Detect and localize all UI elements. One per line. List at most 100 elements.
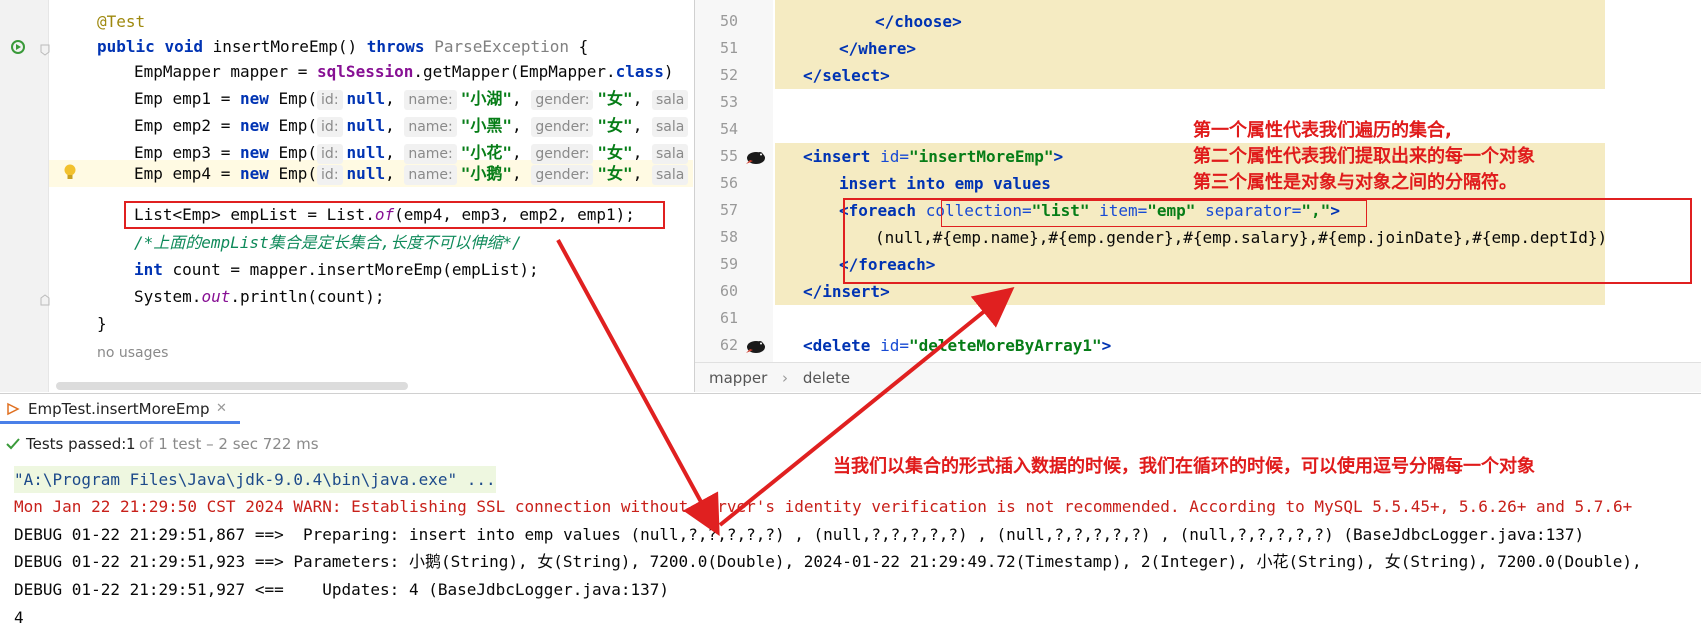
line-number: 51 [719,39,738,57]
code-text: System. [134,287,202,306]
method-name: insertMoreEmp() [212,37,358,56]
line-number: 59 [719,255,738,273]
keyword: new [239,164,269,183]
close-icon[interactable]: ✕ [216,394,227,424]
exception-type: ParseException [434,37,570,56]
console-line: DEBUG 01-22 21:29:51,927 <== Updates: 4 … [14,580,670,599]
brace: { [569,37,589,56]
line-number: 53 [719,93,738,111]
tests-passed-detail: of 1 test – 2 sec 722 ms [139,435,319,453]
code-line: Emp emp4 = new Emp(id: null, name: "小鹅", g… [134,160,692,187]
keyword: null [346,116,386,135]
test-status-bar: Tests passed: 1 of 1 test – 2 sec 722 ms [0,429,700,459]
string-literal: "女" [597,116,633,135]
xml-line: </choose> [875,8,962,35]
xml-tag: > [1101,336,1112,355]
run-panel: EmpTest.insertMoreEmp ✕ Tests passed: 1 … [0,393,1701,638]
console-line: DEBUG 01-22 21:29:51,923 ==> Parameters:… [14,552,1642,571]
code-text: ) [663,62,674,81]
code-line: System.out.println(count); [134,283,384,310]
xml-tag: <delete [803,336,881,355]
annotation-text: @Test [97,12,146,31]
code-text: Emp( [268,89,318,108]
xml-tag: > [1053,147,1064,166]
code-text: Emp( [268,116,318,135]
xml-attr-value: "insertMoreEmp" [908,147,1054,166]
code-line: EmpMapper mapper = sqlSession.getMapper(… [134,58,673,85]
code-line: /*上面的empList集合是定长集合,长度不可以伸缩*/ [134,229,522,256]
code-line: } [97,310,107,337]
left-code-editor[interactable]: @Test public void insertMoreEmp() throws… [0,0,693,392]
line-number: 55 [719,147,738,165]
console-line: Mon Jan 22 21:29:50 CST 2024 WARN: Estab… [14,497,1633,516]
line-number: 61 [719,309,738,327]
param-hint: id: [317,165,343,185]
code-line: int count = mapper.insertMoreEmp(empList… [134,256,539,283]
test-run-icon [7,402,20,416]
tests-passed-count: 1 [126,435,136,453]
mybatis-bird-icon[interactable] [745,148,767,166]
field-name: out [201,287,231,306]
check-icon [6,438,20,450]
string-literal: "小湖" [460,89,513,108]
xml-tag: </choose> [875,12,962,31]
string-literal: "小鹅" [460,164,513,183]
keyword: null [346,89,386,108]
keyword: void [164,37,203,56]
param-hint: gender: [531,90,594,110]
string-literal: "女" [597,164,633,183]
breadcrumb-separator-icon: › [782,369,789,387]
bottom-annotation: 当我们以集合的形式插入数据的时候，我们在循环的时候，可以使用逗号分隔每一个对象 [833,456,1535,477]
param-hint: name: [404,165,457,185]
code-text: Emp emp1 = [134,89,240,108]
code-text: Emp( [268,164,318,183]
line-number: 52 [719,66,738,84]
usages-hint[interactable]: no usages [97,340,168,367]
xml-attr: id= [880,147,909,166]
param-hint: name: [404,90,457,110]
param-hint: gender: [531,117,594,137]
annotation-line: 第二个属性代表我们提取出来的每一个对象 [1193,146,1535,167]
tests-passed-label: Tests passed: [26,435,127,453]
field-name: sqlSession [317,62,414,81]
console-line: "A:\Program Files\Java\jdk-9.0.4\bin\jav… [14,466,496,493]
keyword: int [134,260,163,279]
line-number: 60 [719,282,738,300]
sql-text: insert into emp values [839,174,1051,193]
line-number: 50 [719,12,738,30]
keyword: class [615,62,664,81]
line-number: 58 [719,228,738,246]
code-text: .getMapper(EmpMapper. [413,62,616,81]
code-text: .println(count); [230,287,385,306]
xml-line: insert into emp values [839,170,1051,197]
xml-line: </where> [839,35,916,62]
run-tab[interactable]: EmpTest.insertMoreEmp ✕ [0,394,240,424]
empList-highlight-box [124,201,665,229]
xml-attr: id= [880,336,909,355]
keyword: public [97,37,155,56]
foreach-attributes-box [941,200,1367,227]
param-hint: sala [651,90,689,110]
brace: } [97,314,107,333]
code-line: Emp emp2 = new Emp(id: null, name: "小黑", g… [134,112,692,139]
line-number: 56 [719,174,738,192]
horizontal-scrollbar[interactable] [56,382,408,390]
breadcrumb-item[interactable]: delete [803,369,850,387]
mybatis-bird-icon[interactable] [745,337,767,355]
string-literal: "女" [597,89,633,108]
console-line: DEBUG 01-22 21:29:51,867 ==> Preparing: … [14,525,1585,544]
breadcrumb: mapper › delete [695,362,1701,392]
code-line: Emp emp1 = new Emp(id: null, name: "小湖", g… [134,85,692,112]
code-line: @Test [97,8,145,35]
breadcrumb-item[interactable]: mapper [709,369,767,387]
code-text: count = mapper.insertMoreEmp(empList); [162,260,539,279]
keyword: new [239,89,269,108]
left-code-lines: @Test public void insertMoreEmp() throws… [0,0,693,392]
xml-tag: </where> [839,39,917,58]
code-text: Emp emp4 = [134,164,240,183]
param-hint: name: [404,117,457,137]
code-text: Emp emp2 = [134,116,240,135]
param-hint: gender: [531,165,594,185]
keyword: null [346,164,386,183]
right-xml-editor[interactable]: 50 51 52 53 54 55 56 57 58 59 60 61 62 <… [694,0,1701,392]
